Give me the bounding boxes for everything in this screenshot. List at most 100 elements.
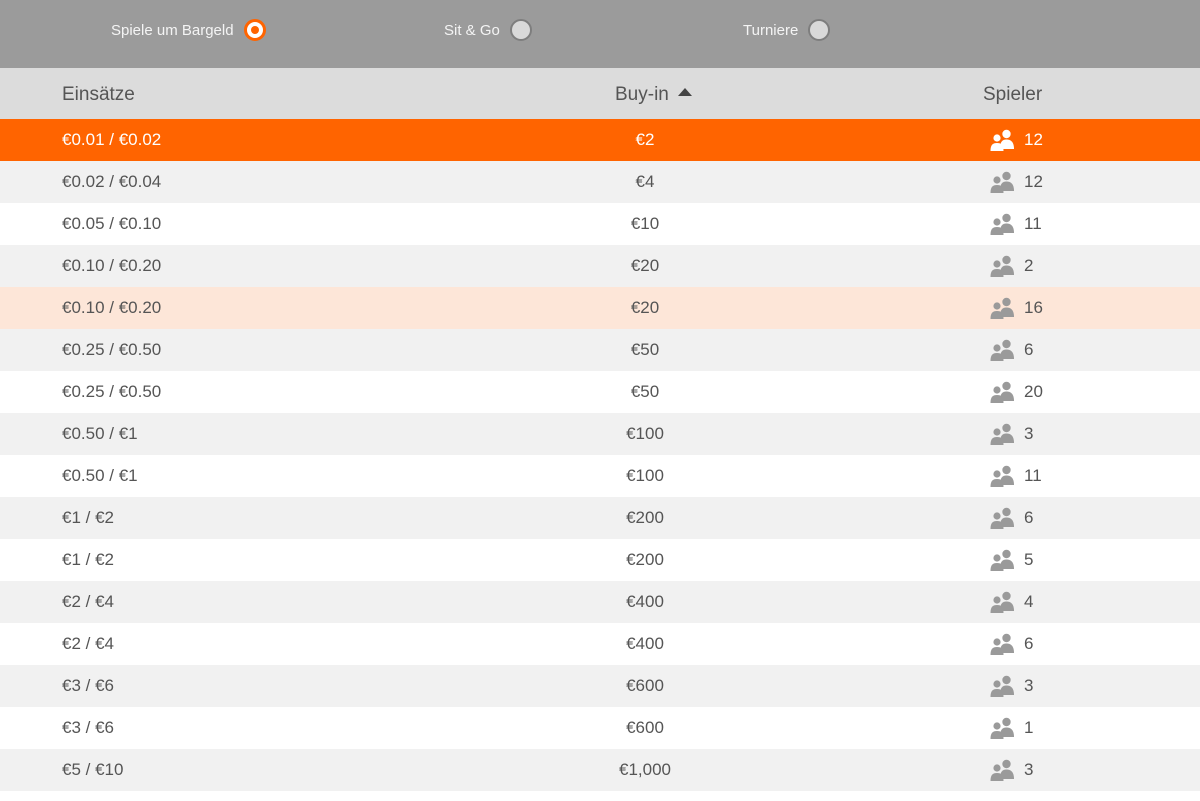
- stakes-cell: €2 / €4: [62, 592, 114, 611]
- buyin-cell: €100: [626, 424, 664, 443]
- column-header-stakes[interactable]: Einsätze: [62, 68, 135, 119]
- players-cell: 3: [990, 413, 1033, 455]
- filter-sit-and-go-radio[interactable]: [509, 19, 532, 41]
- players-cell: 11: [990, 203, 1042, 245]
- people-icon: [990, 507, 1014, 529]
- table-row[interactable]: €1 / €2 €200 6: [0, 497, 1200, 539]
- buyin-cell: €600: [626, 718, 664, 737]
- table-row[interactable]: €1 / €2 €200 5: [0, 539, 1200, 581]
- table-row[interactable]: €0.02 / €0.04 €4 12: [0, 161, 1200, 203]
- people-icon: [990, 465, 1014, 487]
- column-header-players[interactable]: Spieler: [983, 68, 1042, 119]
- players-cell: 2: [990, 245, 1033, 287]
- players-count: 1: [1024, 718, 1034, 737]
- filter-tournaments[interactable]: Turniere: [743, 0, 831, 60]
- buyin-cell: €400: [626, 592, 664, 611]
- stakes-cell: €3 / €6: [62, 718, 114, 737]
- table-row[interactable]: €5 / €10 €1,000 3: [0, 749, 1200, 791]
- players-count: 6: [1024, 508, 1034, 527]
- players-count: 3: [1024, 760, 1034, 779]
- table-row[interactable]: €0.10 / €0.20 €20 16: [0, 287, 1200, 329]
- stakes-cell: €0.02 / €0.04: [62, 172, 162, 191]
- players-count: 11: [1024, 466, 1042, 485]
- column-header-buyin[interactable]: Buy-in: [615, 68, 692, 119]
- people-icon: [990, 675, 1014, 697]
- buyin-cell: €50: [630, 382, 660, 401]
- column-header-players-label: Spieler: [983, 84, 1043, 105]
- stakes-cell: €2 / €4: [62, 634, 114, 653]
- people-icon: [990, 591, 1014, 613]
- table-row[interactable]: €0.25 / €0.50 €50 6: [0, 329, 1200, 371]
- buyin-cell: €200: [626, 550, 664, 569]
- people-icon: [990, 759, 1014, 781]
- players-cell: 5: [990, 539, 1033, 581]
- game-type-bar: Spiele um Bargeld Sit & Go Turniere: [0, 0, 1200, 68]
- people-icon: [990, 423, 1014, 445]
- table-row[interactable]: €0.50 / €1 €100 3: [0, 413, 1200, 455]
- sort-ascending-icon: [677, 88, 692, 96]
- people-icon: [990, 129, 1014, 151]
- column-header-buyin-label: Buy-in: [615, 84, 669, 105]
- players-count: 12: [1024, 172, 1043, 191]
- table-row[interactable]: €3 / €6 €600 1: [0, 707, 1200, 749]
- players-count: 20: [1024, 382, 1043, 401]
- players-count: 2: [1024, 256, 1034, 275]
- filter-sit-and-go-label: Sit & Go: [444, 21, 500, 39]
- players-count: 3: [1024, 676, 1034, 695]
- stakes-cell: €0.05 / €0.10: [62, 214, 162, 233]
- players-cell: 20: [990, 371, 1043, 413]
- table-row[interactable]: €2 / €4 €400 6: [0, 623, 1200, 665]
- people-icon: [990, 339, 1014, 361]
- filter-cash-games-radio[interactable]: [243, 19, 266, 41]
- people-icon: [990, 213, 1014, 235]
- players-cell: 12: [990, 161, 1043, 203]
- table-header: Einsätze Buy-in Spieler: [0, 68, 1200, 119]
- table-row[interactable]: €0.50 / €1 €100 11: [0, 455, 1200, 497]
- people-icon: [990, 633, 1014, 655]
- players-count: 6: [1024, 634, 1034, 653]
- column-header-stakes-label: Einsätze: [62, 84, 135, 105]
- table-body: €0.01 / €0.02 €2 12 €0.02 / €0.04 €4 12 …: [0, 119, 1200, 791]
- people-icon: [990, 255, 1014, 277]
- filter-cash-games[interactable]: Spiele um Bargeld: [111, 0, 266, 60]
- table-row[interactable]: €3 / €6 €600 3: [0, 665, 1200, 707]
- buyin-cell: €400: [626, 634, 664, 653]
- players-cell: 11: [990, 455, 1042, 497]
- players-count: 12: [1024, 130, 1043, 149]
- players-count: 3: [1024, 424, 1034, 443]
- buyin-cell: €100: [626, 466, 664, 485]
- people-icon: [990, 297, 1014, 319]
- buyin-cell: €20: [630, 256, 660, 275]
- filter-tournaments-label: Turniere: [743, 21, 799, 39]
- table-row[interactable]: €0.05 / €0.10 €10 11: [0, 203, 1200, 245]
- buyin-cell: €50: [630, 340, 660, 359]
- people-icon: [990, 549, 1014, 571]
- stakes-cell: €0.25 / €0.50: [62, 382, 162, 401]
- filter-tournaments-radio[interactable]: [808, 19, 831, 41]
- stakes-cell: €0.01 / €0.02: [62, 130, 162, 149]
- players-cell: 6: [990, 497, 1033, 539]
- buyin-cell: €1,000: [619, 760, 671, 779]
- players-cell: 6: [990, 329, 1033, 371]
- players-cell: 16: [990, 287, 1043, 329]
- stakes-cell: €1 / €2: [62, 550, 114, 569]
- players-count: 4: [1024, 592, 1034, 611]
- players-cell: 4: [990, 581, 1033, 623]
- table-row[interactable]: €2 / €4 €400 4: [0, 581, 1200, 623]
- people-icon: [990, 717, 1014, 739]
- filter-cash-games-label: Spiele um Bargeld: [111, 21, 234, 39]
- stakes-cell: €0.25 / €0.50: [62, 340, 162, 359]
- filter-sit-and-go[interactable]: Sit & Go: [444, 0, 532, 60]
- players-count: 5: [1024, 550, 1034, 569]
- stakes-cell: €3 / €6: [62, 676, 114, 695]
- table-row[interactable]: €0.01 / €0.02 €2 12: [0, 119, 1200, 161]
- buyin-cell: €2: [635, 130, 655, 149]
- table-row[interactable]: €0.25 / €0.50 €50 20: [0, 371, 1200, 413]
- players-cell: 1: [990, 707, 1033, 749]
- people-icon: [990, 381, 1014, 403]
- stakes-cell: €1 / €2: [62, 508, 114, 527]
- players-count: 16: [1024, 298, 1043, 317]
- table-row[interactable]: €0.10 / €0.20 €20 2: [0, 245, 1200, 287]
- people-icon: [990, 171, 1014, 193]
- players-count: 6: [1024, 340, 1034, 359]
